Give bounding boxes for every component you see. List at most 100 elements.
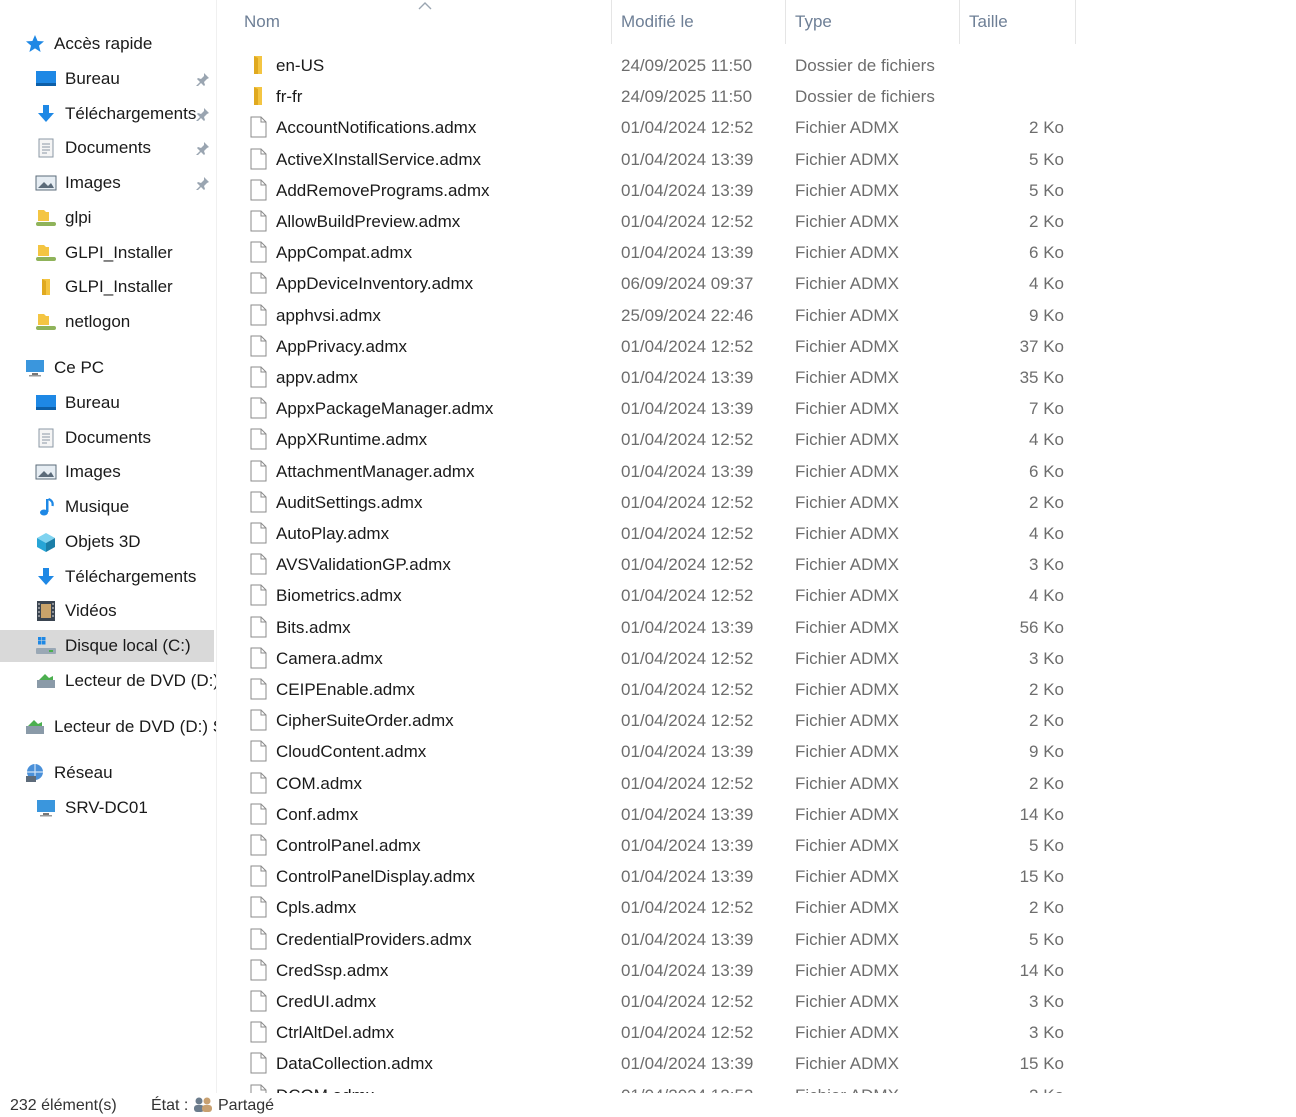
file-row[interactable]: CEIPEnable.admx 01/04/2024 12:52 Fichier A… <box>236 674 1076 705</box>
file-modified: 01/04/2024 12:52 <box>621 586 754 606</box>
file-row[interactable]: Bits.admx 01/04/2024 13:39 Fichier ADMX 56 … <box>236 612 1076 643</box>
nav-label: Téléchargements <box>65 103 197 123</box>
nav-item[interactable]: Disque local (C:) <box>0 629 214 662</box>
file-icon <box>248 272 268 294</box>
file-type: Fichier ADMX <box>795 742 899 762</box>
nav-item[interactable]: GLPI_Installer <box>0 271 216 303</box>
nav-label: Musique <box>65 497 130 517</box>
file-size: 14 Ko <box>1019 960 1064 980</box>
file-type: Fichier ADMX <box>795 368 899 387</box>
nav-label: glpi <box>65 207 92 227</box>
folder-icon <box>248 85 268 107</box>
column-header-name[interactable]: Nom <box>236 0 612 44</box>
nav-item[interactable]: Musique <box>0 491 216 523</box>
file-row[interactable]: CredentialProviders.admx 01/04/2024 13:39… <box>236 924 1076 955</box>
nav-label: Vidéos <box>65 601 117 621</box>
file-icon <box>248 116 268 138</box>
file-row[interactable]: DataCollection.admx 01/04/2024 13:39 Fichi… <box>236 1048 1076 1079</box>
file-row[interactable]: Camera.admx 01/04/2024 12:52 Fichier ADMX 3… <box>236 643 1076 674</box>
file-row[interactable]: AppCompat.admx 01/04/2024 13:39 Fichier AD… <box>236 237 1076 268</box>
state-value: Partagé <box>218 1097 275 1114</box>
nav-item[interactable]: Bureau <box>0 387 216 419</box>
nav-item[interactable]: Téléchargements <box>0 98 216 130</box>
file-row[interactable]: COM.admx 01/04/2024 12:52 Fichier ADMX 2 Ko <box>236 768 1076 799</box>
nav-item[interactable]: Documents <box>0 132 216 164</box>
file-size: 5 Ko <box>1029 929 1064 949</box>
file-row[interactable]: ActiveXInstallService.admx 01/04/2024 13:… <box>236 144 1076 175</box>
file-modified: 01/04/2024 13:39 <box>621 149 754 169</box>
nav-item[interactable]: Images <box>0 456 216 488</box>
file-row[interactable]: AuditSettings.admx 01/04/2024 12:52 Fichie… <box>236 487 1076 518</box>
nav-item[interactable]: Téléchargements <box>0 561 216 593</box>
file-row[interactable]: AppPrivacy.admx 01/04/2024 12:52 Fichier A… <box>236 331 1076 362</box>
folder-icon <box>248 54 268 76</box>
nav-item[interactable]: Bureau <box>0 63 216 95</box>
column-header-size[interactable]: Taille <box>961 0 1076 44</box>
file-name: AVSValidationGP.admx <box>276 555 451 575</box>
nav-item[interactable]: Lecteur de DVD (D:) <box>0 665 216 697</box>
file-type: Fichier ADMX <box>795 492 899 512</box>
column-header-modified[interactable]: Modifié le <box>613 0 786 44</box>
status-bar: 232 élément(s) État : Partagé <box>0 1093 1296 1115</box>
file-row[interactable]: ControlPanel.admx 01/04/2024 13:39 Fichier… <box>236 830 1076 861</box>
nav-quick-access[interactable]: Accès rapide <box>24 28 214 60</box>
file-row[interactable]: CipherSuiteOrder.admx 01/04/2024 12:52 Fic… <box>236 705 1076 736</box>
nav-item[interactable]: Vidéos <box>0 595 216 627</box>
file-row[interactable]: Conf.admx 01/04/2024 13:39 Fichier ADMX 14 … <box>236 799 1076 830</box>
nav-this-pc[interactable]: Ce PC <box>24 352 214 384</box>
file-row[interactable]: appv.admx 01/04/2024 13:39 Fichier ADMX 35 … <box>236 362 1076 393</box>
file-row[interactable]: en-US 24/09/2025 11:50 Dossier de fichiers <box>236 50 1076 81</box>
file-modified: 01/04/2024 12:52 <box>621 336 754 356</box>
nav-item[interactable]: GLPI_Installer <box>0 237 216 269</box>
nav-item[interactable]: SRV-DC01 <box>0 792 216 824</box>
file-modified: 01/04/2024 13:39 <box>621 929 754 949</box>
desktop-icon <box>35 68 57 90</box>
file-type: Fichier ADMX <box>795 1080 899 1093</box>
nav-item[interactable]: glpi <box>0 202 216 234</box>
file-icon <box>248 1084 268 1093</box>
file-name: CredUI.admx <box>276 992 377 1011</box>
nav-label: Documents <box>65 427 151 447</box>
file-row[interactable]: AllowBuildPreview.admx 01/04/2024 12:52 Fi… <box>236 206 1076 237</box>
nav-item[interactable]: Documents <box>0 422 216 454</box>
pin-icon <box>196 106 210 122</box>
file-row[interactable]: Biometrics.admx 01/04/2024 12:52 Fichier A… <box>236 580 1076 611</box>
file-row[interactable]: AppDeviceInventory.admx 06/09/2024 09:37 F… <box>236 268 1076 299</box>
nav-network[interactable]: Réseau <box>24 757 214 789</box>
file-row[interactable]: CloudContent.admx 01/04/2024 13:39 Fichier… <box>236 736 1076 767</box>
file-row[interactable]: AccountNotifications.admx 01/04/2024 12:5… <box>236 112 1076 143</box>
file-icon <box>248 616 268 638</box>
nav-dvd-root[interactable]: Lecteur de DVD (D:) S <box>24 711 216 743</box>
file-row[interactable]: DCOM.admx 01/04/2024 12:52 Fichier ADMX 2 K… <box>236 1080 1076 1093</box>
pin-icon <box>196 140 210 157</box>
file-size: 4 Ko <box>1029 524 1064 543</box>
star-icon <box>24 33 46 55</box>
file-row[interactable]: CtrlAltDel.admx 01/04/2024 12:52 Fichier A… <box>236 1017 1076 1048</box>
column-header-type[interactable]: Type <box>787 0 960 44</box>
nav-item[interactable]: Images <box>0 167 216 199</box>
file-modified: 01/04/2024 13:39 <box>621 960 754 980</box>
file-modified: 01/04/2024 12:52 <box>621 555 754 575</box>
state-label: État : <box>151 1097 189 1114</box>
file-row[interactable]: AddRemovePrograms.admx 01/04/2024 13:39 Fi… <box>236 175 1076 206</box>
file-row[interactable]: ControlPanelDisplay.admx 01/04/2024 13:39… <box>236 861 1076 892</box>
nav-item[interactable]: Objets 3D <box>0 526 216 558</box>
file-icon <box>248 772 268 794</box>
file-size: 56 Ko <box>1019 617 1064 637</box>
file-row[interactable]: apphvsi.admx 25/09/2024 22:46 Fichier ADMX… <box>236 300 1076 331</box>
file-row[interactable]: AVSValidationGP.admx 01/04/2024 12:52 Fich… <box>236 549 1076 580</box>
nav-item[interactable]: netlogon <box>0 306 216 338</box>
videos-icon <box>35 600 57 622</box>
file-row[interactable]: Cpls.admx 01/04/2024 12:52 Fichier ADMX 2 K… <box>236 892 1076 923</box>
file-type: Fichier ADMX <box>795 461 899 481</box>
documents-icon <box>35 137 57 159</box>
file-row[interactable]: AppXRuntime.admx 01/04/2024 12:52 Fichier … <box>236 424 1076 455</box>
file-modified: 01/04/2024 13:39 <box>621 836 754 855</box>
file-row[interactable]: AutoPlay.admx 01/04/2024 12:52 Fichier ADM… <box>236 518 1076 549</box>
file-row[interactable]: fr-fr 24/09/2025 11:50 Dossier de fichiers <box>236 81 1076 112</box>
file-row[interactable]: AttachmentManager.admx 01/04/2024 13:39 Fi… <box>236 456 1076 487</box>
file-modified: 01/04/2024 13:39 <box>621 461 754 481</box>
file-row[interactable]: AppxPackageManager.admx 01/04/2024 13:39 F… <box>236 393 1076 424</box>
file-row[interactable]: CredUI.admx 01/04/2024 12:52 Fichier ADMX 3… <box>236 986 1076 1017</box>
file-row[interactable]: CredSsp.admx 01/04/2024 13:39 Fichier ADMX… <box>236 955 1076 986</box>
